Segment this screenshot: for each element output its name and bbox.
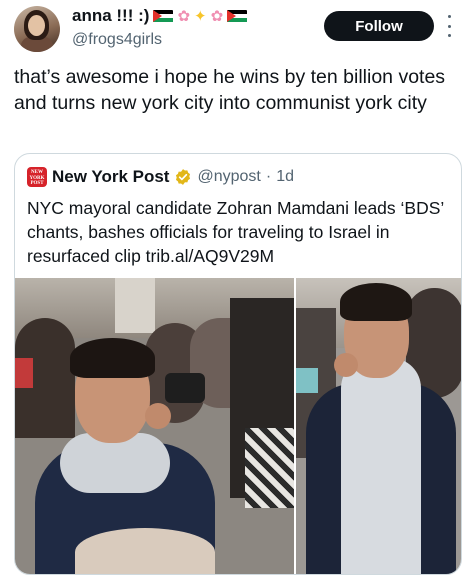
cherry-blossom-icon: ✿ [210, 6, 224, 25]
quoted-tweet-text: NYC mayoral candidate Zohran Mamdani lea… [27, 198, 444, 266]
avatar-face [28, 15, 45, 36]
tweet-header: anna !!! :) ✿ ✦ ✿ @frogs4girls Follow [0, 0, 474, 60]
video-frame-right[interactable] [296, 278, 461, 574]
sparkles-icon: ✦ [194, 6, 207, 25]
quoted-separator: · [265, 168, 272, 185]
video-frame-left[interactable] [15, 278, 294, 574]
author-handle[interactable]: @frogs4girls [72, 31, 162, 49]
quoted-timestamp[interactable]: 1d [276, 168, 294, 186]
quoted-display-name[interactable]: New York Post [52, 167, 169, 187]
avatar[interactable] [14, 6, 60, 52]
new-york-post-logo[interactable]: NEW YORK POST [27, 167, 47, 187]
more-options-icon[interactable] [444, 15, 454, 37]
quoted-tweet-media[interactable] [15, 278, 461, 574]
quoted-tweet-card[interactable]: NEW YORK POST New York Post @nypost · 1d N… [14, 153, 462, 575]
follow-button[interactable]: Follow [324, 11, 434, 41]
palestine-flag-icon [227, 9, 248, 23]
verified-badge-icon [176, 169, 191, 185]
author-name-row[interactable]: anna !!! :) ✿ ✦ ✿ [72, 6, 248, 26]
quoted-tweet-header: NEW YORK POST New York Post @nypost · 1d [27, 167, 294, 187]
cherry-blossom-icon: ✿ [177, 6, 191, 25]
author-display-name[interactable]: anna !!! :) [72, 6, 149, 26]
quoted-handle[interactable]: @nypost [197, 168, 260, 186]
tweet-text: that’s awesome i hope he wins by ten bil… [14, 66, 446, 114]
palestine-flag-icon [153, 9, 174, 23]
